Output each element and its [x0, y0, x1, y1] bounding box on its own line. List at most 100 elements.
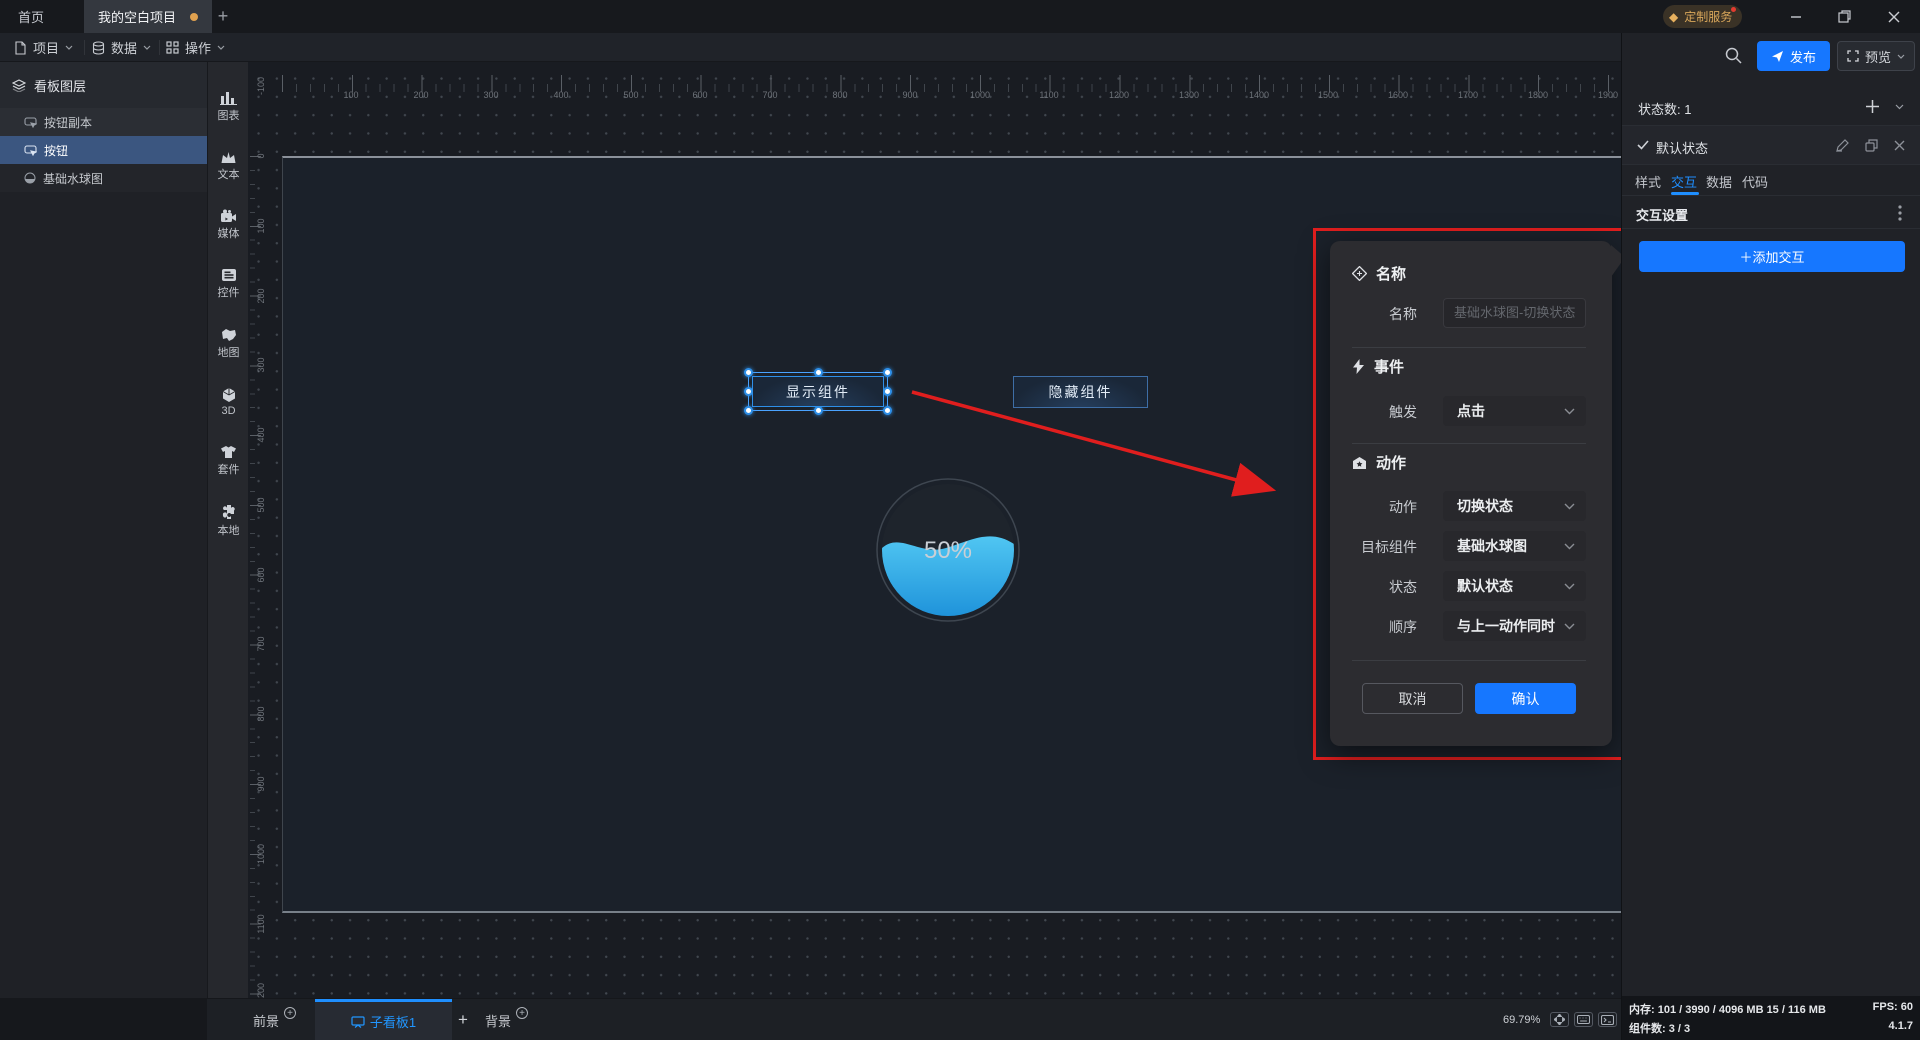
menu-data[interactable]: 数据	[92, 33, 151, 62]
copy-icon[interactable]	[1865, 139, 1878, 152]
dock-item-local[interactable]: 本地	[208, 504, 249, 538]
dialog-section-name: 名称	[1352, 263, 1406, 284]
menu-operations[interactable]: 操作	[166, 33, 225, 62]
dock-item-3d[interactable]: 3D	[208, 387, 249, 417]
dock-item-text[interactable]: 文本	[208, 150, 249, 182]
name-section-icon	[1352, 266, 1367, 281]
trigger-select-value: 点击	[1457, 403, 1485, 419]
state-select-value: 默认状态	[1457, 578, 1513, 594]
publish-button[interactable]: 发布	[1757, 41, 1830, 71]
dialog-section-action: 动作	[1352, 452, 1406, 473]
console-icon[interactable]	[1598, 1012, 1617, 1027]
name-input[interactable]: 基础水球图-切换状态	[1443, 298, 1586, 328]
chevron-down-icon	[1897, 54, 1905, 59]
maximize-button[interactable]	[1829, 0, 1859, 33]
tab-data[interactable]: 数据	[1706, 172, 1732, 191]
dialog-divider	[1352, 347, 1586, 348]
subboard-label: 子看板1	[369, 1015, 417, 1030]
layer-item-button-copy[interactable]: 按钮副本	[0, 108, 207, 136]
dock-item-widgets[interactable]: 控件	[208, 268, 249, 300]
layer-item-waterball[interactable]: 基础水球图	[0, 164, 207, 192]
zoom-level[interactable]: 69.79%	[1503, 1014, 1540, 1026]
confirm-button[interactable]: 确认	[1475, 683, 1576, 714]
fullscreen-icon	[1847, 50, 1859, 62]
add-state-icon[interactable]	[1865, 99, 1880, 114]
add-background-icon[interactable]: +	[516, 1007, 529, 1019]
chart-icon	[220, 92, 237, 105]
close-button[interactable]	[1879, 0, 1909, 33]
layer-item-button[interactable]: 按钮	[0, 136, 207, 164]
state-count-row: 状态数: 1	[1622, 88, 1920, 126]
document-icon	[15, 40, 26, 55]
tab-style[interactable]: 样式	[1635, 172, 1661, 191]
chevron-down-icon	[1564, 503, 1575, 510]
cancel-button[interactable]: 取消	[1362, 683, 1463, 714]
name-input-placeholder: 基础水球图-切换状态	[1454, 305, 1576, 320]
tab-home-label: 首页	[18, 10, 45, 25]
dock-item-media[interactable]: 媒体	[208, 209, 249, 241]
default-state-row[interactable]: 默认状态	[1622, 126, 1920, 165]
text-icon	[221, 152, 236, 163]
chevron-down-icon	[1564, 408, 1575, 415]
add-board-button[interactable]: +	[453, 999, 473, 1040]
add-interaction-button[interactable]: ＋添加交互	[1639, 241, 1905, 272]
dock-item-kits[interactable]: 套件	[208, 445, 249, 477]
minimize-button[interactable]	[1781, 0, 1811, 33]
subboard-tab[interactable]: 子看板1	[315, 999, 452, 1040]
tab-code[interactable]: 代码	[1742, 172, 1768, 191]
background-label: 背景	[485, 1013, 512, 1029]
bottom-bar: 前景 + 子看板1 + 背景 + 69.79%	[207, 998, 1621, 1040]
chevron-down-icon[interactable]	[1895, 104, 1904, 110]
preview-button[interactable]: 预览	[1837, 41, 1915, 71]
custom-service-badge[interactable]: ◆ 定制服务	[1663, 5, 1743, 28]
dock-item-label: 套件	[217, 464, 240, 476]
dock-item-label: 文本	[217, 169, 240, 181]
publish-button-label: 发布	[1789, 49, 1816, 65]
memory-stat: 内存: 101 / 3990 / 4096 MB 15 / 116 MB	[1629, 1004, 1826, 1016]
target-select-value: 基础水球图	[1457, 538, 1527, 554]
panel-tabs: 样式 交互 数据 代码	[1622, 165, 1920, 196]
lightning-icon	[1353, 359, 1364, 374]
chevron-down-icon	[1564, 543, 1575, 550]
interaction-settings-row: 交互设置	[1622, 196, 1920, 229]
trigger-field-label: 触发	[1389, 404, 1417, 420]
right-panel: 发布 预览 状态数: 1 默认状态 样式 交互 数据 代码 交互设置 ＋添加交互…	[1621, 33, 1920, 1040]
menu-project[interactable]: 项目	[14, 33, 73, 62]
close-icon[interactable]	[1894, 140, 1905, 151]
trigger-select[interactable]: 点击	[1443, 396, 1586, 426]
keyboard-shortcuts-icon[interactable]	[1574, 1012, 1593, 1027]
menu-data-label: 数据	[111, 41, 138, 56]
dock-item-charts[interactable]: 图表	[208, 90, 249, 123]
foreground-label: 前景	[253, 1013, 280, 1029]
confirm-button-label: 确认	[1511, 690, 1540, 707]
media-icon	[221, 209, 236, 222]
tab-home[interactable]: 首页	[18, 0, 44, 33]
kebab-menu-icon[interactable]	[1898, 205, 1902, 221]
search-icon[interactable]	[1725, 47, 1742, 64]
foreground-tab[interactable]: 前景 +	[253, 999, 297, 1040]
dialog-trigger-row: 触发 点击	[1330, 396, 1612, 426]
state-select[interactable]: 默认状态	[1443, 571, 1586, 601]
dialog-section-title: 名称	[1376, 266, 1407, 283]
action-select[interactable]: 切换状态	[1443, 491, 1586, 521]
map-icon	[222, 329, 236, 341]
add-foreground-icon[interactable]: +	[284, 1007, 297, 1019]
target-field-label: 目标组件	[1361, 539, 1417, 555]
paper-plane-icon	[1771, 50, 1783, 62]
edit-icon[interactable]	[1836, 139, 1849, 152]
dock-item-label: 媒体	[217, 228, 240, 240]
menu-separator	[159, 40, 160, 55]
new-tab-button[interactable]: +	[208, 0, 238, 33]
layers-panel-title: 看板图层	[34, 78, 87, 94]
design-canvas[interactable]: 100 200 300 400 500 600 700 800 900 1000…	[248, 62, 1621, 998]
tab-interaction[interactable]: 交互	[1671, 172, 1697, 191]
order-select[interactable]: 与上一动作同时	[1443, 611, 1586, 641]
target-select[interactable]: 基础水球图	[1443, 531, 1586, 561]
background-tab[interactable]: 背景 +	[485, 999, 529, 1040]
fit-view-icon[interactable]	[1550, 1012, 1569, 1027]
chevron-down-icon	[1564, 583, 1575, 590]
dialog-section-title: 事件	[1374, 359, 1405, 376]
dialog-divider	[1352, 443, 1586, 444]
dock-item-map[interactable]: 地图	[208, 328, 249, 360]
tab-project[interactable]: 我的空白项目	[84, 0, 213, 33]
